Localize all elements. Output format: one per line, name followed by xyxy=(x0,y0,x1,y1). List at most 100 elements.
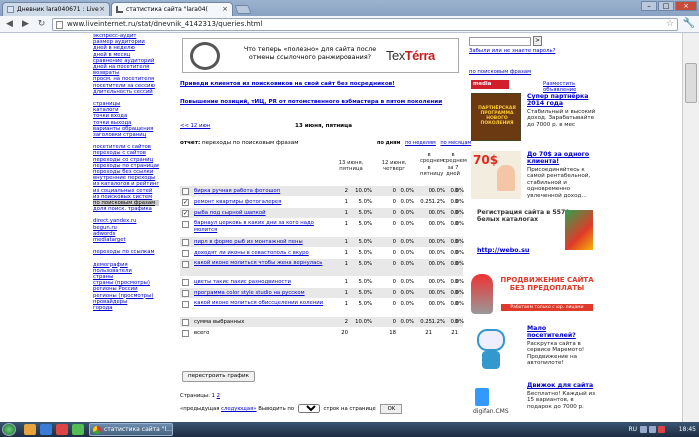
ad-title[interactable]: До 70$ за одного клиента! xyxy=(527,151,597,165)
period-months[interactable]: по месяцам xyxy=(440,140,471,146)
flag-icon[interactable] xyxy=(658,426,665,433)
ad-item[interactable]: digifan.CMS Движок для сайта Бесплатно! … xyxy=(471,382,596,422)
language-indicator[interactable]: RU xyxy=(628,422,637,437)
scrollbar-thumb[interactable] xyxy=(685,63,697,103)
ad-item[interactable]: Регистрация сайта в 5570 белых каталогах… xyxy=(471,208,596,258)
row-checkbox[interactable]: ✓ xyxy=(182,210,189,217)
media-icon[interactable] xyxy=(56,424,68,435)
app-icon[interactable] xyxy=(72,424,84,435)
left-nav-item[interactable]: длительность сессий xyxy=(93,89,159,95)
place-ad-link[interactable]: Разместить объявление xyxy=(543,81,596,93)
row-cell: 5.0% xyxy=(358,250,372,256)
ie-icon[interactable] xyxy=(40,424,52,435)
row-checkbox[interactable] xyxy=(182,330,189,337)
ok-button[interactable]: OK xyxy=(380,404,403,414)
reload-icon[interactable]: ↻ xyxy=(36,19,47,30)
forward-icon[interactable]: ▶ xyxy=(20,19,31,30)
left-nav-item[interactable]: посетители за сессию xyxy=(93,83,159,89)
per-page-select[interactable]: 10 xyxy=(297,404,320,413)
browser-titlebar: Дневник lara040671 : Live × статистика с… xyxy=(0,0,699,16)
phrases-link[interactable]: по поисковым фразам xyxy=(469,69,531,75)
row-checkbox[interactable] xyxy=(182,188,189,195)
new-tab-button[interactable] xyxy=(234,5,252,14)
column-header[interactable]: в среднем за 7 дней xyxy=(443,152,467,178)
row-phrase[interactable]: пирл в форме рыб из монтажной пены xyxy=(194,238,329,247)
address-bar[interactable]: www.liveinternet.ru/stat/dnevnik_4142313… xyxy=(52,18,678,31)
left-nav-item[interactable]: из социальных сетей xyxy=(93,188,159,194)
left-nav-item[interactable]: просм. на посетителя xyxy=(93,76,159,82)
row-checkbox[interactable] xyxy=(182,301,189,308)
row-phrase[interactable]: какой иконе молиться чтобы жена вернулас… xyxy=(194,260,329,267)
row-checkbox[interactable] xyxy=(182,290,189,297)
ad-desc: Бесплатно! Каждый из 15 вариантов, в под… xyxy=(527,391,596,410)
row-phrase[interactable]: бирка ручная работа фотошоп xyxy=(194,187,329,196)
row-checkbox[interactable] xyxy=(182,319,189,326)
ad-banner[interactable]: Что теперь «полезно» для сайта после отм… xyxy=(182,38,459,73)
prev-day-link[interactable]: << 12 июн xyxy=(180,123,210,129)
row-phrase[interactable]: рыба под сырной шапкой xyxy=(194,209,329,218)
taskbar-chrome-task[interactable]: статистика сайта "l... xyxy=(89,423,173,436)
row-cell: 0.0% xyxy=(400,239,414,245)
left-nav-item[interactable]: переходы со страниц xyxy=(93,157,159,163)
volume-icon[interactable] xyxy=(649,426,656,433)
left-nav-item[interactable]: переходы по ссылкам xyxy=(93,249,159,255)
period-weeks[interactable]: по неделям xyxy=(405,140,436,146)
ad-item[interactable]: ПРОДВИЖЕНИЕ САЙТА БЕЗ ПРЕДОПЛАТЫ Работае… xyxy=(471,266,596,322)
period-days[interactable]: по дням xyxy=(377,140,400,146)
row-cell: 1.2% xyxy=(431,319,445,325)
promo-link-2[interactable]: Повышение позиций, тИЦ, PR от потомствен… xyxy=(180,99,442,105)
row-cell: 0.0% xyxy=(431,301,445,307)
row-phrase[interactable]: барнаул церковь в каких дни за кого надо… xyxy=(194,220,329,234)
left-nav-item[interactable]: города xyxy=(93,305,159,311)
ad-item[interactable]: 70$ До 70$ за одного клиента! Присоединя… xyxy=(471,151,596,201)
row-checkbox[interactable] xyxy=(182,261,189,268)
explorer-icon[interactable] xyxy=(24,424,36,435)
ad-item[interactable]: ПАРТНЁРСКАЯ ПРОГРАММА НОВОГО ПОКОЛЕНИЯ С… xyxy=(471,93,596,143)
ad-item[interactable]: Мало посетителей? Раскрутка сайта в серв… xyxy=(471,325,596,375)
left-nav-item[interactable]: доля поиск. трафика xyxy=(93,206,159,212)
maximize-icon[interactable]: □ xyxy=(658,1,674,11)
row-checkbox[interactable]: ✓ xyxy=(182,199,189,206)
back-icon[interactable]: ◀ xyxy=(4,19,15,30)
network-icon[interactable] xyxy=(640,426,647,433)
row-checkbox[interactable] xyxy=(182,239,189,246)
ad-title[interactable]: Движок для сайта xyxy=(527,382,597,389)
scrollbar[interactable] xyxy=(682,33,699,422)
clock[interactable]: 18:45 xyxy=(679,422,696,437)
close-tab-icon[interactable]: × xyxy=(222,5,228,13)
row-checkbox[interactable] xyxy=(182,279,189,286)
column-header[interactable]: в среднем в пятницу xyxy=(420,152,444,178)
forgot-password-link[interactable]: Забыли или не знаете пароль? xyxy=(469,48,555,54)
bookmark-star-icon[interactable]: ☆ xyxy=(666,19,674,30)
ad-title[interactable]: Мало посетителей? xyxy=(527,325,597,339)
row-phrase[interactable]: программа color style studio на русском xyxy=(194,289,329,298)
left-nav-item[interactable]: из каталогов и рейтингов xyxy=(93,181,159,187)
tab-stats[interactable]: статистика сайта "lara04( × xyxy=(111,2,233,16)
tab-diary[interactable]: Дневник lara040671 : Live × xyxy=(2,2,110,16)
row-phrase[interactable]: цветы такис пахис разнодвиности xyxy=(194,278,329,287)
wrench-icon[interactable]: 🔧 xyxy=(683,18,695,29)
page-link-2[interactable]: 2 xyxy=(217,393,220,399)
left-nav-item[interactable]: регионы (просмотры) xyxy=(93,293,159,299)
row-phrase[interactable]: какой иконе молиться обиссцелении колени… xyxy=(194,300,329,307)
minimize-icon[interactable]: – xyxy=(641,1,657,11)
row-cell: 5.0% xyxy=(358,210,372,216)
ad-link[interactable]: http://webo.su xyxy=(477,246,529,254)
column-header[interactable]: 13 июня, пятница xyxy=(330,160,372,173)
close-tab-icon[interactable]: × xyxy=(99,5,105,13)
redraw-chart-button[interactable]: перестроить график xyxy=(182,371,255,382)
close-window-icon[interactable]: × xyxy=(675,1,697,11)
row-checkbox[interactable] xyxy=(182,250,189,257)
next-page-link[interactable]: следующая» xyxy=(221,406,256,412)
ad-title[interactable]: Супер партнёрка 2014 года xyxy=(527,93,597,107)
go-button[interactable]: > xyxy=(533,36,542,46)
row-phrase[interactable]: доходят ли иконы в севастополь с вкуро xyxy=(194,249,329,258)
promo-link-1[interactable]: Приведи клиентов из поисковиков на свой … xyxy=(180,81,395,87)
column-header[interactable]: 12 июня, четверг xyxy=(375,160,413,173)
row-checkbox[interactable] xyxy=(182,221,189,228)
per-page-label: Выводить по xyxy=(258,406,295,412)
login-input[interactable] xyxy=(469,37,531,46)
start-button[interactable] xyxy=(2,423,16,436)
row-phrase[interactable]: ремонт квартиры фотогалерея xyxy=(194,198,329,207)
report-name: переходы по поисковым фразам xyxy=(201,140,299,146)
